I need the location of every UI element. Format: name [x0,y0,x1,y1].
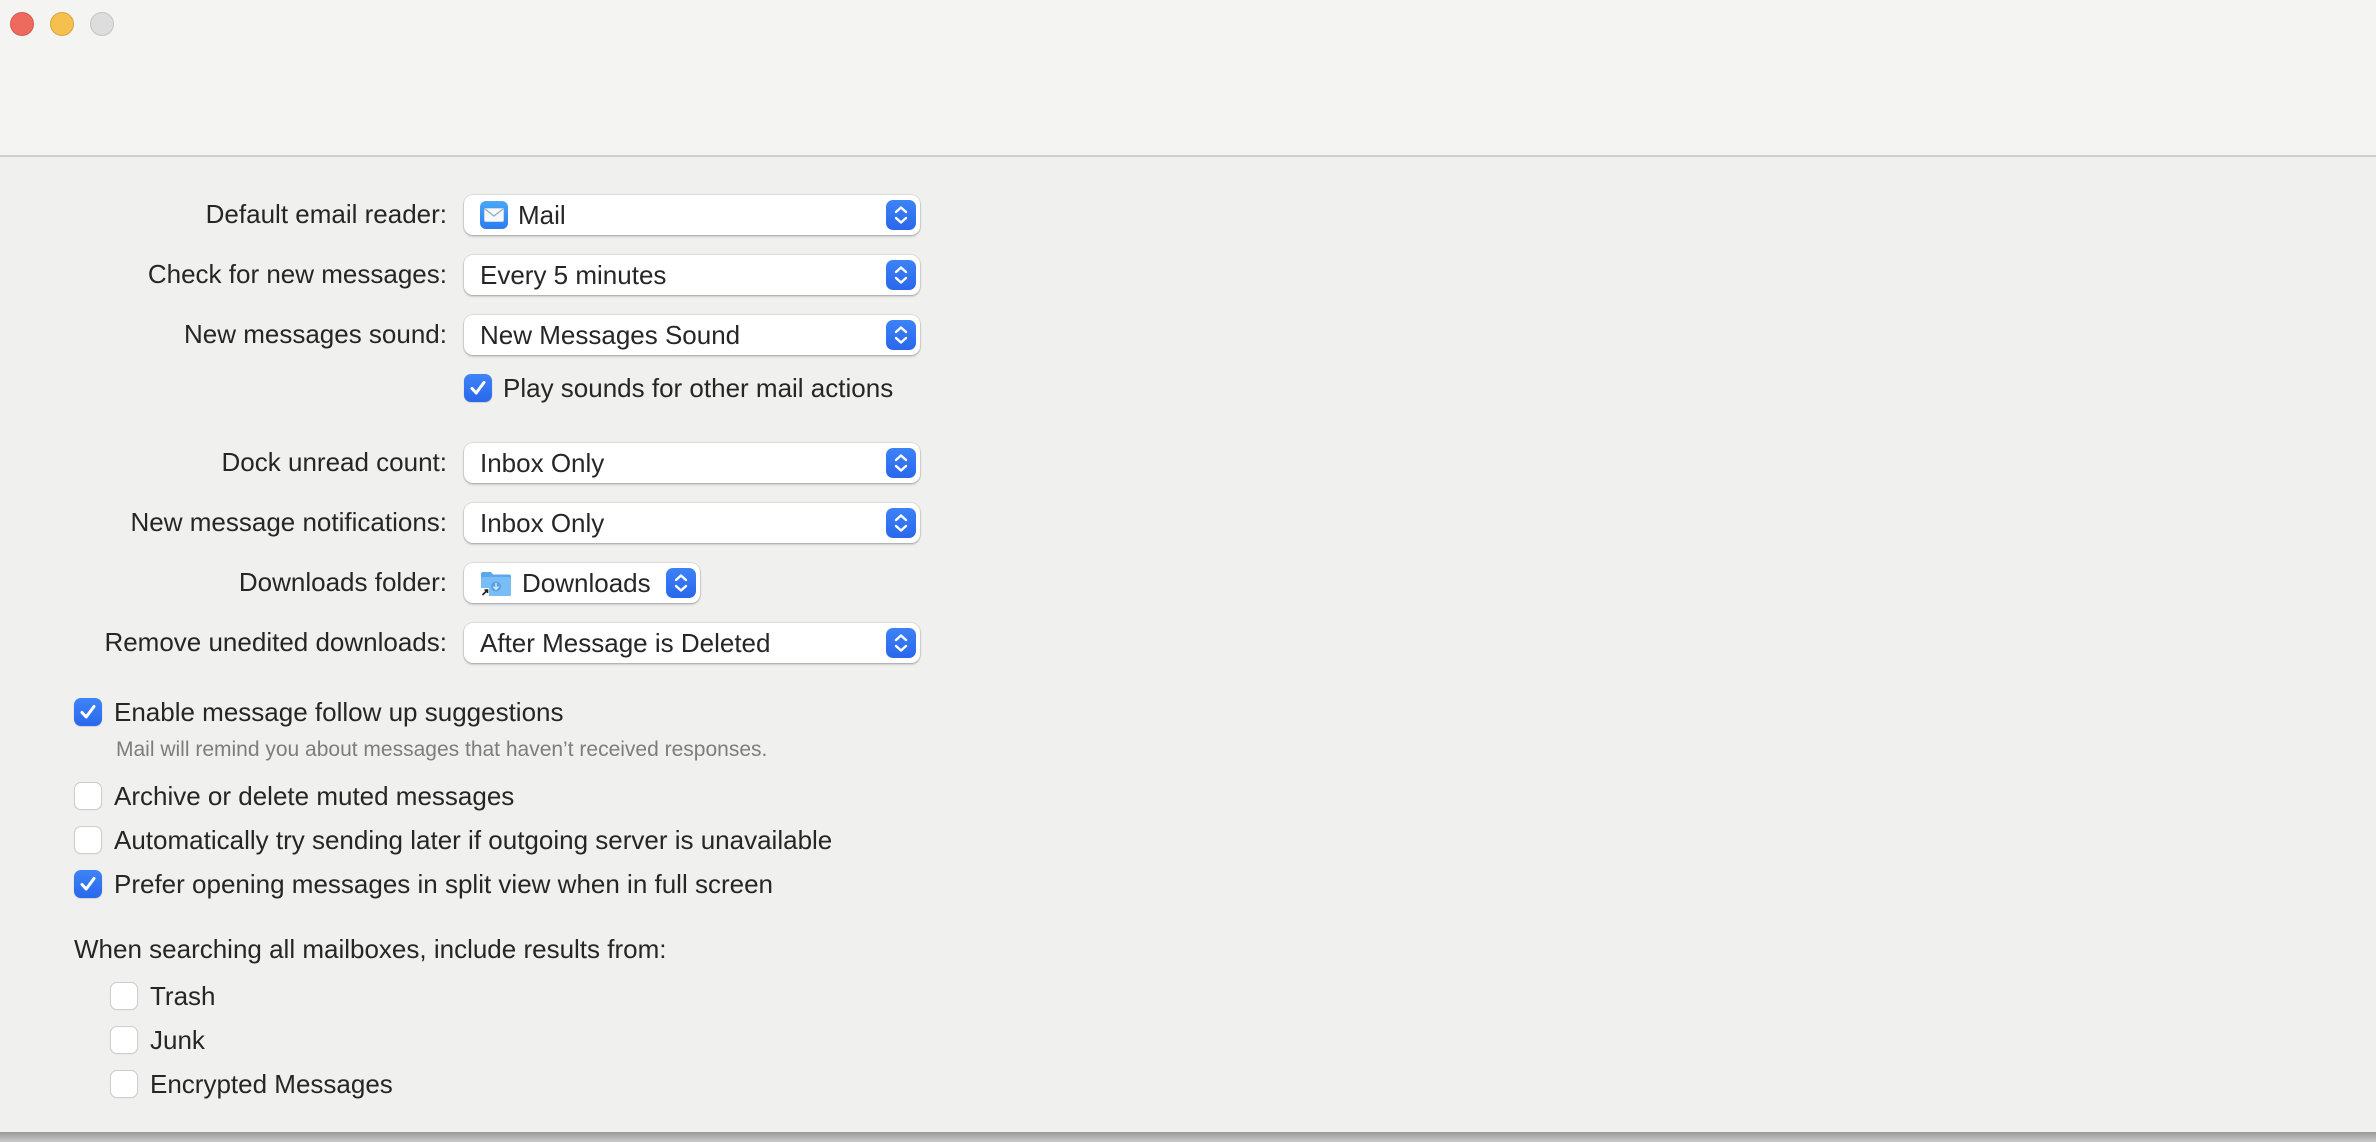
zoom-window-button[interactable] [90,12,114,36]
dock-unread-count-value: Inbox Only [480,447,605,478]
dock-unread-count-popup[interactable]: Inbox Only [464,443,920,483]
checkmark-icon [470,381,486,395]
search-junk-checkbox[interactable] [110,1026,138,1054]
send-later-checkbox[interactable] [74,826,102,854]
search-encrypted-checkbox[interactable] [110,1070,138,1098]
close-window-button[interactable] [10,12,34,36]
default-email-reader-value: Mail [518,199,566,230]
follow-up-suggestions-hint: Mail will remind you about messages that… [116,738,768,761]
split-view-label: Prefer opening messages in split view wh… [114,869,774,899]
search-encrypted-label: Encrypted Messages [150,1069,393,1099]
dock-unread-count-label: Dock unread count: [221,447,447,477]
remove-unedited-downloads-value: After Message is Deleted [480,627,771,658]
new-messages-sound-popup[interactable]: New Messages Sound [464,315,920,355]
up-down-chevron-icon [886,508,916,538]
up-down-chevron-icon [886,448,916,478]
downloads-folder-label: Downloads folder: [238,567,447,597]
check-new-messages-label: Check for new messages: [147,259,447,289]
check-new-messages-value: Every 5 minutes [480,259,667,290]
default-email-reader-label: Default email reader: [205,199,447,229]
search-trash-checkbox[interactable] [110,982,138,1010]
default-email-reader-popup[interactable]: Mail [464,195,920,235]
downloads-folder-value: Downloads [522,567,651,598]
search-trash-label: Trash [150,981,216,1011]
check-new-messages-popup[interactable]: Every 5 minutes [464,255,920,295]
downloads-folder-popup[interactable]: Downloads [464,563,700,603]
downloads-folder-icon [480,569,512,597]
follow-up-suggestions-label: Enable message follow up suggestions [114,697,564,727]
up-down-chevron-icon [666,568,696,598]
new-messages-sound-label: New messages sound: [183,319,447,349]
split-view-checkbox[interactable] [74,870,102,898]
follow-up-suggestions-checkbox[interactable] [74,698,102,726]
window-toolbar [0,0,2376,157]
new-message-notifications-value: Inbox Only [480,507,605,538]
send-later-label: Automatically try sending later if outgo… [114,825,833,855]
remove-unedited-downloads-label: Remove unedited downloads: [104,627,447,657]
play-sounds-checkbox[interactable] [464,374,492,402]
checkmark-icon [80,705,96,719]
up-down-chevron-icon [886,200,916,230]
archive-muted-label: Archive or delete muted messages [114,781,515,811]
up-down-chevron-icon [886,320,916,350]
new-message-notifications-popup[interactable]: Inbox Only [464,503,920,543]
new-message-notifications-label: New message notifications: [130,507,447,537]
remove-unedited-downloads-popup[interactable]: After Message is Deleted [464,623,920,663]
archive-muted-checkbox[interactable] [74,782,102,810]
play-sounds-label: Play sounds for other mail actions [503,373,894,403]
minimize-window-button[interactable] [50,12,74,36]
mail-app-icon [480,201,508,229]
new-messages-sound-value: New Messages Sound [480,319,741,350]
search-include-heading: When searching all mailboxes, include re… [74,934,667,964]
checkmark-icon [80,877,96,891]
background-window-edge [0,1132,2376,1142]
up-down-chevron-icon [886,628,916,658]
search-junk-label: Junk [150,1025,205,1055]
up-down-chevron-icon [886,260,916,290]
